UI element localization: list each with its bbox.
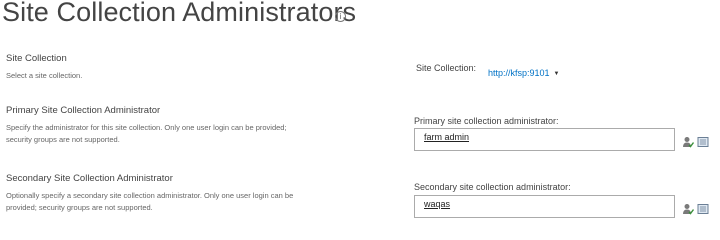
address-book-icon[interactable] xyxy=(697,203,709,215)
primary-admin-section-title: Primary Site Collection Administrator xyxy=(6,105,161,116)
info-icon[interactable]: i xyxy=(335,11,346,22)
site-collection-selector[interactable]: http://kfsp:9101 ▼ xyxy=(488,63,560,81)
address-book-icon[interactable] xyxy=(697,136,709,148)
check-names-icon[interactable] xyxy=(682,136,694,148)
site-collection-label: Site Collection: xyxy=(416,63,477,73)
secondary-admin-description-line2: provided; security groups are not suppor… xyxy=(6,203,153,212)
secondary-admin-value[interactable]: waqas xyxy=(424,199,450,209)
primary-admin-value[interactable]: farm admin xyxy=(424,132,469,142)
primary-admin-section-description: Specify the administrator for this site … xyxy=(6,122,287,146)
secondary-admin-description-line1: Optionally specify a secondary site coll… xyxy=(6,191,294,200)
caret-down-icon[interactable]: ▼ xyxy=(554,71,560,77)
secondary-admin-people-picker[interactable]: waqas xyxy=(414,195,675,218)
secondary-admin-section-description: Optionally specify a secondary site coll… xyxy=(6,190,293,214)
primary-admin-description-line2: security groups are not supported. xyxy=(6,135,120,144)
page-title: Site Collection Administrators xyxy=(2,0,357,27)
primary-admin-people-picker[interactable]: farm admin xyxy=(414,128,675,151)
secondary-admin-section-title: Secondary Site Collection Administrator xyxy=(6,173,173,184)
site-collection-section-description: Select a site collection. xyxy=(6,71,83,80)
site-collection-link[interactable]: http://kfsp:9101 xyxy=(488,68,550,78)
primary-admin-description-line1: Specify the administrator for this site … xyxy=(6,123,287,132)
primary-admin-label: Primary site collection administrator: xyxy=(414,116,559,126)
check-names-icon[interactable] xyxy=(682,203,694,215)
secondary-admin-label: Secondary site collection administrator: xyxy=(414,182,571,192)
site-collection-section-title: Site Collection xyxy=(6,53,67,64)
